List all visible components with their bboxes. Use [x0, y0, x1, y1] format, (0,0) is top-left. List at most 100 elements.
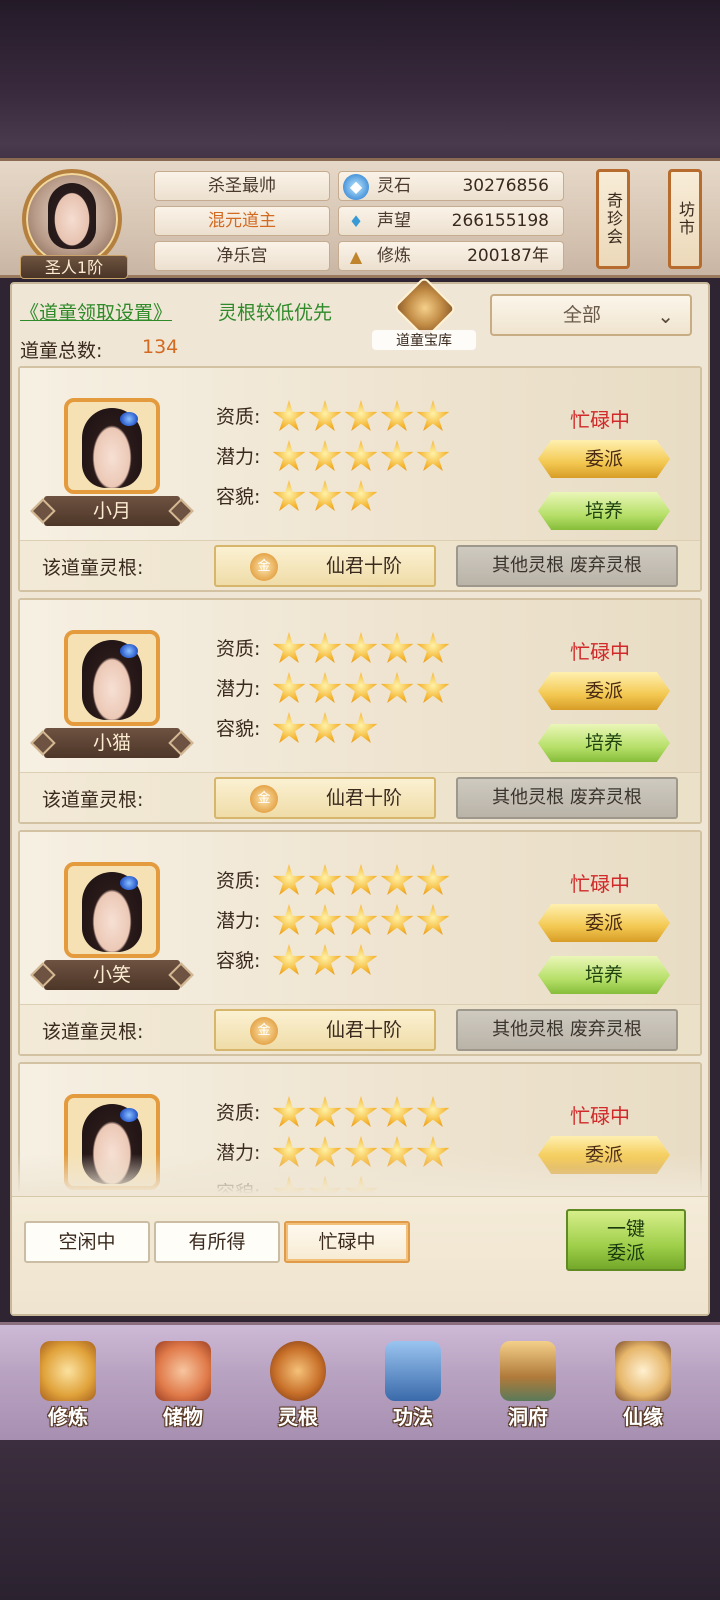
other-roots-button[interactable]: 其他灵根 废弃灵根	[456, 777, 678, 819]
star-icon	[416, 440, 450, 471]
star-icon	[272, 400, 306, 431]
star-icon	[380, 904, 414, 935]
chevron-down-icon: ⌄	[657, 304, 674, 328]
nav-label: 洞府	[508, 1405, 548, 1429]
hair-flower-icon	[120, 1108, 138, 1122]
gold-root-button[interactable]: 金 仙君十阶	[214, 777, 436, 819]
nav-item[interactable]: 储物	[133, 1333, 233, 1437]
gold-root-button[interactable]: 金 仙君十阶	[214, 545, 436, 587]
one-click-dispatch-button[interactable]: 一键 委派	[566, 1209, 686, 1271]
filter-dropdown-value: 全部	[562, 304, 601, 326]
dispatch-button[interactable]: 委派	[538, 904, 670, 942]
spirit-root-row: 该道童灵根: 金 仙君十阶 其他灵根 废弃灵根	[20, 772, 700, 822]
star-icon	[380, 864, 414, 895]
attendant-portrait[interactable]	[64, 862, 160, 958]
status-badge: 忙碌中	[570, 872, 630, 896]
dispatch-button[interactable]: 委派	[538, 440, 670, 478]
attendant-treasury-button[interactable]: 道童宝库	[372, 276, 476, 352]
appearance-label: 容貌:	[216, 718, 261, 740]
attendant-name: 小猫	[44, 728, 180, 758]
train-button[interactable]: 培养	[538, 724, 670, 762]
hair-flower-icon	[120, 644, 138, 658]
nav-item[interactable]: 功法	[363, 1333, 463, 1437]
nav-item[interactable]: 灵根	[248, 1333, 348, 1437]
market-button[interactable]: 坊市	[668, 169, 702, 269]
nav-item[interactable]: 修炼	[18, 1333, 118, 1437]
quality-label: 资质:	[216, 870, 261, 892]
star-icon	[308, 400, 342, 431]
rank-badge: 圣人1阶	[20, 255, 128, 279]
star-icon	[344, 904, 378, 935]
reputation-icon: ♦	[348, 212, 364, 231]
player-header: 圣人1阶 杀圣最帅 混元道主 净乐宫 ◆ 灵石 30276856 ♦ 声望 26…	[0, 158, 720, 279]
star-icon	[272, 632, 306, 663]
attendant-panel: 《道童领取设置》 灵根较低优先 道童总数: 134 道童宝库 全部 ⌄ 小月 资…	[10, 276, 710, 1316]
quality-label: 资质:	[216, 638, 261, 660]
player-avatar[interactable]: 圣人1阶	[18, 169, 128, 279]
stat-value: 200187年	[467, 246, 549, 266]
star-icon	[344, 480, 378, 511]
attendant-name: 小笑	[44, 960, 180, 990]
star-icon	[344, 632, 378, 663]
tab-busy[interactable]: 忙碌中	[284, 1221, 410, 1263]
attendant-portrait[interactable]	[64, 630, 160, 726]
star-icon	[308, 864, 342, 895]
gold-root-text: 仙君十阶	[326, 1019, 403, 1041]
gold-coin-icon: 金	[250, 553, 278, 581]
status-badge: 忙碌中	[570, 1104, 630, 1128]
filter-dropdown[interactable]: 全部 ⌄	[490, 294, 692, 336]
avatar-portrait	[48, 183, 96, 249]
status-filter-bar: 空闲中 有所得 忙碌中 一键 委派	[12, 1196, 708, 1314]
star-icon	[380, 1096, 414, 1127]
star-icon	[416, 632, 450, 663]
potential-label: 潜力:	[216, 446, 261, 468]
star-icon	[344, 864, 378, 895]
dispatch-button[interactable]: 委派	[538, 672, 670, 710]
stat-value: 30276856	[462, 176, 549, 196]
star-icon	[272, 864, 306, 895]
hair-flower-icon	[120, 876, 138, 890]
immortal-fate-icon	[615, 1341, 671, 1401]
status-badge: 忙碌中	[570, 640, 630, 664]
star-icon	[308, 480, 342, 511]
nav-label: 仙缘	[623, 1405, 663, 1429]
spirit-stone-icon: ◆	[343, 174, 369, 200]
potential-label: 潜力:	[216, 910, 261, 932]
nav-item[interactable]: 仙缘	[593, 1333, 693, 1437]
star-icon	[380, 632, 414, 663]
star-icon	[272, 440, 306, 471]
status-badge: 忙碌中	[570, 408, 630, 432]
attendant-card: 小月 资质: 潜力: 容貌: 忙碌中 委派 培养 该道童灵根: 金 仙君十阶 其…	[18, 366, 702, 592]
train-button[interactable]: 培养	[538, 492, 670, 530]
train-button[interactable]: 培养	[538, 956, 670, 994]
attendant-list[interactable]: 小月 资质: 潜力: 容貌: 忙碌中 委派 培养 该道童灵根: 金 仙君十阶 其…	[18, 366, 702, 1194]
spirit-root-row: 该道童灵根: 金 仙君十阶 其他灵根 废弃灵根	[20, 540, 700, 590]
tab-idle[interactable]: 空闲中	[24, 1221, 150, 1263]
spirit-root-label: 该道童灵根:	[42, 1021, 144, 1043]
nav-item[interactable]: 洞府	[478, 1333, 578, 1437]
appearance-label: 容貌:	[216, 486, 261, 508]
gold-root-button[interactable]: 金 仙君十阶	[214, 1009, 436, 1051]
star-icon	[272, 712, 306, 743]
star-icon	[272, 904, 306, 935]
attendant-portrait[interactable]	[64, 398, 160, 494]
hair-flower-icon	[120, 412, 138, 426]
low-root-priority-link[interactable]: 灵根较低优先	[218, 298, 332, 325]
star-icon	[344, 712, 378, 743]
attendant-settings-link[interactable]: 《道童领取设置》	[20, 298, 172, 325]
player-title: 混元道主	[154, 206, 330, 236]
treasure-fair-button[interactable]: 奇珍会	[596, 169, 630, 269]
star-icon	[344, 400, 378, 431]
other-roots-button[interactable]: 其他灵根 废弃灵根	[456, 1009, 678, 1051]
star-icon	[416, 1096, 450, 1127]
one-click-line-1: 一键	[606, 1218, 645, 1240]
star-icon	[416, 904, 450, 935]
one-click-line-2: 委派	[606, 1242, 645, 1264]
stat-label: 修炼	[377, 246, 411, 266]
star-icon	[272, 944, 306, 975]
cultivation-icon: ▲	[349, 247, 363, 266]
attendant-name: 小月	[44, 496, 180, 526]
nav-label: 修炼	[48, 1405, 88, 1429]
other-roots-button[interactable]: 其他灵根 废弃灵根	[456, 545, 678, 587]
tab-rewards[interactable]: 有所得	[154, 1221, 280, 1263]
